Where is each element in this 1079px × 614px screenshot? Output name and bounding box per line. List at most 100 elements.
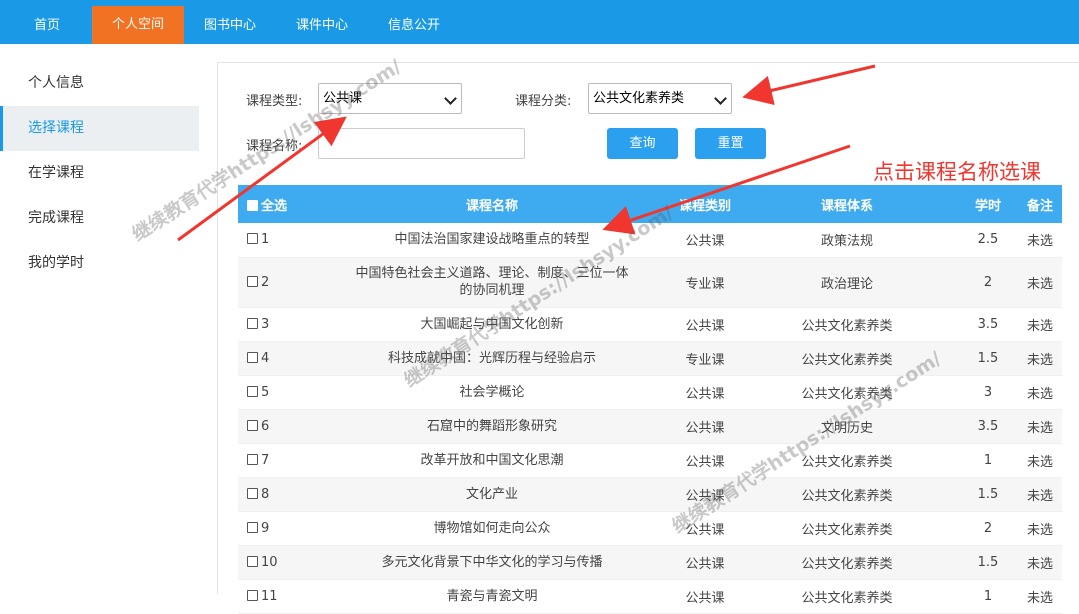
table-row: 7 改革开放和中国文化思潮 公共课 公共文化素养类 1 未选: [238, 443, 1062, 478]
header-course-name: 课程名称: [465, 198, 518, 214]
row-select-cell[interactable]: 5: [238, 375, 310, 410]
reset-button[interactable]: 重置: [695, 128, 766, 159]
course-note-cell: 未选: [1018, 477, 1062, 512]
nav-home[interactable]: 首页: [18, 7, 76, 44]
course-system-cell: 政策法规: [736, 223, 958, 258]
course-kind-cell: 公共课: [674, 545, 736, 580]
course-name-link[interactable]: 文化产业: [310, 477, 674, 512]
course-name-label: 课程名称:: [246, 139, 303, 154]
row-number: 1: [261, 232, 270, 248]
row-select-cell[interactable]: 3: [238, 307, 310, 342]
table-header: 全选 课程名称 课程类别 课程体系 学时 备注: [238, 185, 1062, 223]
course-system-cell: 公共文化素养类: [736, 341, 958, 376]
course-note-cell: 未选: [1018, 375, 1062, 410]
nav-info-public[interactable]: 信息公开: [380, 7, 448, 44]
row-number: 6: [261, 418, 270, 434]
row-checkbox[interactable]: [247, 275, 258, 287]
row-checkbox[interactable]: [247, 351, 258, 363]
row-checkbox[interactable]: [247, 521, 258, 533]
sidebar-item-my-hours[interactable]: 我的学时: [0, 241, 199, 286]
course-note-cell: 未选: [1018, 409, 1062, 444]
course-category-select[interactable]: 公共文化素养类: [588, 83, 732, 114]
course-kind-cell: 公共课: [674, 511, 736, 546]
course-name-link[interactable]: 中国法治国家建设战略重点的转型: [310, 223, 674, 258]
course-system-cell: 公共文化素养类: [736, 443, 958, 478]
header-hours: 学时: [974, 198, 1001, 214]
course-name-link[interactable]: 青瓷与青瓷文明: [310, 579, 674, 614]
table-row: 1 中国法治国家建设战略重点的转型 公共课 政策法规 2.5 未选: [238, 223, 1062, 258]
top-navigation: 首页 个人空间 图书中心 课件中心 信息公开: [0, 0, 1079, 44]
course-type-select[interactable]: 公共课: [318, 83, 462, 114]
course-system-cell: 政治理论: [736, 257, 958, 308]
select-all-label: 全选: [261, 198, 288, 214]
course-name-link[interactable]: 石窟中的舞蹈形象研究: [310, 409, 674, 444]
table-row: 8 文化产业 公共课 公共文化素养类 1.5 未选: [238, 477, 1062, 512]
row-checkbox[interactable]: [247, 589, 258, 601]
row-select-cell[interactable]: 1: [238, 223, 310, 258]
course-name-link[interactable]: 科技成就中国：光辉历程与经验启示: [310, 341, 674, 376]
course-hours-cell: 1.5: [958, 545, 1018, 580]
row-number: 8: [261, 486, 270, 502]
course-hours-cell: 1.5: [958, 477, 1018, 512]
table-row: 9 博物馆如何走向公众 公共课 公共文化素养类 2 未选: [238, 511, 1062, 546]
row-checkbox[interactable]: [247, 453, 258, 465]
row-select-cell[interactable]: 4: [238, 341, 310, 376]
course-note-cell: 未选: [1018, 223, 1062, 258]
query-button[interactable]: 查询: [607, 128, 678, 159]
row-checkbox[interactable]: [247, 317, 258, 329]
sidebar-item-completed-courses[interactable]: 完成课程: [0, 196, 199, 241]
row-select-cell[interactable]: 7: [238, 443, 310, 478]
row-checkbox[interactable]: [247, 555, 258, 567]
row-select-cell[interactable]: 10: [238, 545, 310, 580]
chevron-down-icon: [714, 92, 727, 105]
course-system-cell: 公共文化素养类: [736, 375, 958, 410]
sidebar-item-learning-courses[interactable]: 在学课程: [0, 151, 199, 196]
course-category-label: 课程分类:: [515, 94, 572, 109]
course-category-value: 公共文化素养类: [593, 91, 685, 106]
course-name-link[interactable]: 中国特色社会主义道路、理论、制度、三位一体的协同机理: [310, 257, 674, 308]
course-name-link[interactable]: 改革开放和中国文化思潮: [310, 443, 674, 478]
row-checkbox[interactable]: [247, 233, 258, 245]
nav-book-center[interactable]: 图书中心: [196, 7, 264, 44]
course-name-link[interactable]: 博物馆如何走向公众: [310, 511, 674, 546]
row-select-cell[interactable]: 2: [238, 257, 310, 308]
course-type-label: 课程类型:: [246, 94, 303, 109]
course-hours-cell: 3.5: [958, 307, 1018, 342]
select-all-header[interactable]: 全选: [238, 185, 310, 223]
row-number: 9: [261, 520, 270, 536]
row-checkbox[interactable]: [247, 419, 258, 431]
row-checkbox[interactable]: [247, 487, 258, 499]
course-kind-cell: 公共课: [674, 375, 736, 410]
course-name-link[interactable]: 大国崛起与中国文化创新: [310, 307, 674, 342]
table-row: 11 青瓷与青瓷文明 公共课 公共文化素养类 1 未选: [238, 579, 1062, 614]
course-name-link[interactable]: 多元文化背景下中华文化的学习与传播: [310, 545, 674, 580]
course-type-value: 公共课: [323, 91, 363, 106]
table-row: 10 多元文化背景下中华文化的学习与传播 公共课 公共文化素养类 1.5 未选: [238, 545, 1062, 580]
course-hours-cell: 2: [958, 511, 1018, 546]
select-all-checkbox[interactable]: [247, 199, 258, 211]
course-hours-cell: 1.5: [958, 341, 1018, 376]
nav-personal-space[interactable]: 个人空间: [92, 6, 184, 44]
row-checkbox[interactable]: [247, 385, 258, 397]
header-note: 备注: [1026, 198, 1053, 214]
nav-courseware-center[interactable]: 课件中心: [288, 7, 356, 44]
row-number: 5: [261, 384, 270, 400]
table-row: 5 社会学概论 公共课 公共文化素养类 3 未选: [238, 375, 1062, 410]
course-note-cell: 未选: [1018, 443, 1062, 478]
course-name-input[interactable]: [318, 128, 525, 159]
table-row: 6 石窟中的舞蹈形象研究 公共课 文明历史 3.5 未选: [238, 409, 1062, 444]
course-hours-cell: 1: [958, 443, 1018, 478]
row-select-cell[interactable]: 6: [238, 409, 310, 444]
row-number: 10: [261, 554, 278, 570]
row-select-cell[interactable]: 9: [238, 511, 310, 546]
sidebar-item-personal-info[interactable]: 个人信息: [0, 61, 199, 106]
row-select-cell[interactable]: 11: [238, 579, 310, 614]
row-select-cell[interactable]: 8: [238, 477, 310, 512]
course-kind-cell: 专业课: [674, 341, 736, 376]
main-content: 课程类型: 公共课 课程分类: 公共文化素养类 课程名称: 查询 重置 全选 课…: [217, 62, 1079, 614]
course-note-cell: 未选: [1018, 579, 1062, 614]
course-note-cell: 未选: [1018, 257, 1062, 308]
course-name-link[interactable]: 社会学概论: [310, 375, 674, 410]
sidebar-item-select-course[interactable]: 选择课程: [0, 106, 199, 151]
course-note-cell: 未选: [1018, 307, 1062, 342]
